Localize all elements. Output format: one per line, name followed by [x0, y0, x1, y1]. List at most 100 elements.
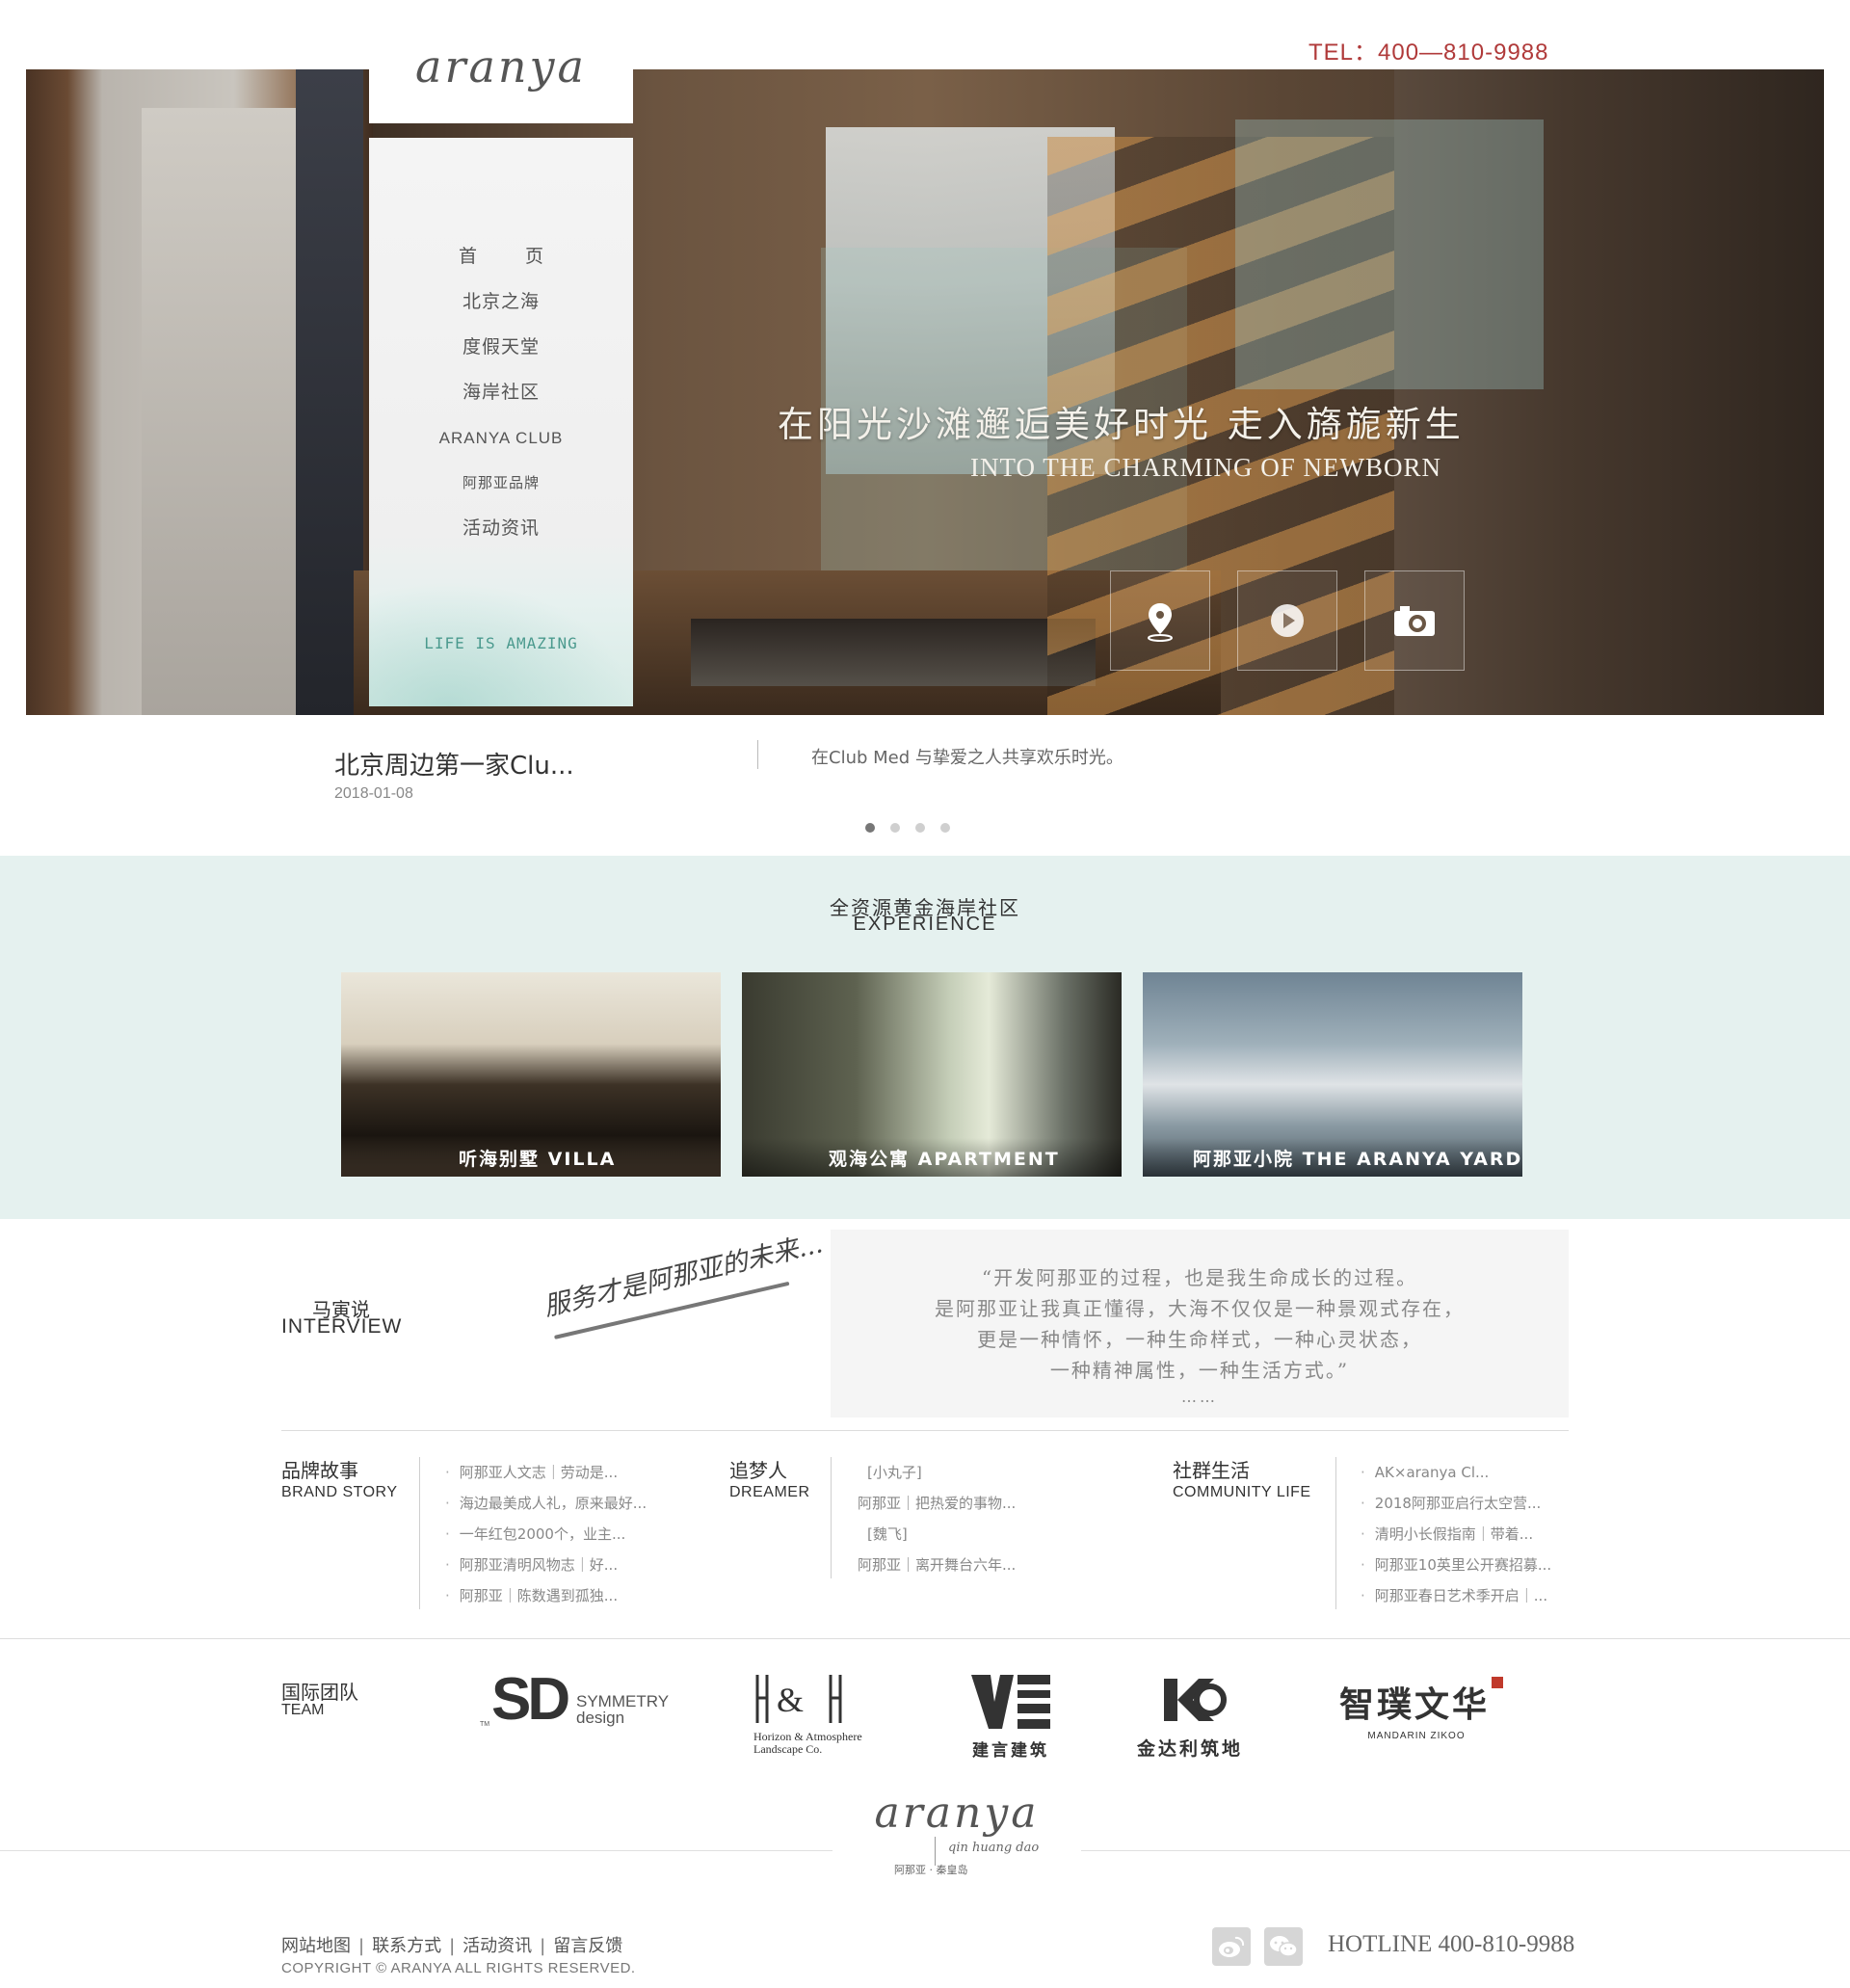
partner-sub: Landscape Co. — [753, 1742, 823, 1756]
news-item[interactable]: 阿那亚｜把热爱的事物... — [858, 1488, 1016, 1519]
interview-title-en: INTERVIEW — [281, 1315, 403, 1338]
nav-item-events[interactable]: 活动资讯 — [369, 506, 633, 551]
hero-banner[interactable]: 在阳光沙滩邂逅美好时光 走入旖旎新生 INTO THE CHARMING OF … — [26, 69, 1824, 715]
hero-slogan-cn: 在阳光沙滩邂逅美好时光 走入旖旎新生 — [778, 404, 1465, 445]
partner-name: 建言建筑 — [972, 1741, 1049, 1761]
partner-mark: SD — [491, 1666, 570, 1733]
slide-date: 2018-01-08 — [334, 785, 413, 802]
hero-slogan-en: INTO THE CHARMING OF NEWBORN — [970, 453, 1442, 482]
hero-gallery-button[interactable] — [1364, 570, 1465, 671]
card-caption: 观海公寓 APARTMENT — [742, 1138, 1122, 1177]
nav-item-resort[interactable]: 度假天堂 — [369, 325, 633, 370]
nav-item-beijing-sea[interactable]: 北京之海 — [369, 279, 633, 325]
brand-story-list: 阿那亚人文志｜劳动是... 海边最美成人礼，原来最好... 一年红包2000个，… — [445, 1457, 647, 1611]
jindali-mark-icon — [1164, 1679, 1227, 1721]
card-label: 听海别墅 VILLA — [459, 1149, 617, 1170]
slide-title[interactable]: 北京周边第一家Clu... — [334, 746, 574, 782]
quote-line: 是阿那亚让我真正懂得，大海不仅仅是一种景观式存在， — [935, 1297, 1465, 1320]
brand-story-title-cn: 品牌故事 — [281, 1459, 358, 1482]
footer-link-contact[interactable]: 联系方式 — [372, 1936, 441, 1956]
jianyan-mark-icon — [971, 1675, 1050, 1729]
column-divider — [1335, 1457, 1336, 1609]
nav-item-coast-community[interactable]: 海岸社区 — [369, 370, 633, 415]
news-item[interactable]: 2018阿那亚启行太空营... — [1361, 1488, 1551, 1519]
experience-title-en: EXPERIENCE — [853, 914, 997, 935]
wechat-button[interactable] — [1264, 1927, 1303, 1966]
partner-sub: design — [576, 1709, 625, 1727]
weibo-button[interactable] — [1212, 1927, 1251, 1966]
team-title-cn: 国际团队 — [281, 1681, 358, 1704]
experience-card-apartment[interactable]: 观海公寓 APARTMENT — [742, 972, 1122, 1177]
main-nav-panel: 首 页 北京之海 度假天堂 海岸社区 ARANYA CLUB 阿那亚品牌 活动资… — [369, 138, 633, 706]
partner-logo-jindali[interactable]: 金达利筑地 — [1137, 1675, 1243, 1761]
nav-item-brand[interactable]: 阿那亚品牌 — [369, 461, 633, 506]
slider-dot[interactable] — [940, 823, 950, 833]
team-title-en: TEAM — [281, 1702, 325, 1718]
slider-pagination — [865, 823, 950, 833]
news-item[interactable]: 阿那亚人文志｜劳动是... — [445, 1457, 647, 1488]
column-divider — [831, 1457, 832, 1578]
hero-door-panel — [142, 108, 296, 715]
quote-more[interactable]: …… — [831, 1386, 1569, 1409]
copyright: COPYRIGHT © ARANYA ALL RIGHTS RESERVED. — [281, 1960, 636, 1976]
red-seal-icon — [1492, 1677, 1503, 1688]
partner-mark: 智璞文华 — [1339, 1684, 1491, 1725]
partner-logo-jianyan[interactable]: 建言建筑 — [969, 1673, 1052, 1761]
footer-sep: | — [449, 1936, 456, 1956]
footer-logo[interactable]: aranya — [832, 1789, 1081, 1838]
news-item[interactable]: [魏飞] — [858, 1519, 1016, 1550]
card-caption: 阿那亚小院 THE ARANYA YARD — [1143, 1138, 1522, 1177]
header-tel: TEL：400—810-9988 — [1308, 40, 1549, 66]
nav-item-aranya-club[interactable]: ARANYA CLUB — [369, 415, 633, 461]
community-title-en: COMMUNITY LIFE — [1173, 1484, 1311, 1500]
dreamer-title-en: DREAMER — [729, 1484, 810, 1500]
nav-item-home[interactable]: 首 页 — [369, 234, 633, 279]
footer-sep: | — [358, 1936, 365, 1956]
card-label: 阿那亚小院 THE ARANYA YARD — [1193, 1149, 1522, 1170]
hero-play-button[interactable] — [1237, 570, 1337, 671]
footer-rule — [1081, 1850, 1850, 1851]
news-item[interactable]: AK×aranya Cl... — [1361, 1457, 1551, 1488]
news-item[interactable]: 阿那亚清明风物志｜好... — [445, 1550, 647, 1580]
footer-logo-sub-cn: 阿那亚 · 秦皇岛 — [894, 1864, 968, 1876]
slider-dot[interactable] — [915, 823, 925, 833]
location-pin-icon — [1148, 603, 1173, 642]
play-icon — [1271, 604, 1304, 637]
experience-card-villa[interactable]: 听海别墅 VILLA — [341, 972, 721, 1177]
slider-dot[interactable] — [865, 823, 875, 833]
slider-dot[interactable] — [890, 823, 900, 833]
footer-link-sitemap[interactable]: 网站地图 — [281, 1936, 351, 1956]
partner-logo-mandarin-zikoo[interactable]: 智璞文华 MANDARIN ZIKOO — [1339, 1677, 1503, 1741]
news-item[interactable]: 阿那亚春日艺术季开启｜... — [1361, 1580, 1551, 1611]
brand-story-title-en: BRAND STORY — [281, 1484, 398, 1500]
partner-name: MANDARIN ZIKOO — [1367, 1731, 1466, 1741]
footer-logo-sub: qin huang dao — [948, 1841, 1040, 1855]
dreamer-title-cn: 追梦人 — [729, 1459, 787, 1482]
footer-link-events[interactable]: 活动资讯 — [462, 1936, 532, 1956]
footer-link-feedback[interactable]: 留言反馈 — [553, 1936, 622, 1956]
slide-divider — [757, 740, 758, 769]
partner-name: 金达利筑地 — [1137, 1738, 1244, 1760]
svg-text:&: & — [777, 1681, 804, 1719]
quote-line: 更是一种情怀，一种生命样式，一种心灵状态， — [977, 1328, 1422, 1351]
interview-quote[interactable]: “开发阿那亚的过程，也是我生命成长的过程。 是阿那亚让我真正懂得，大海不仅仅是一… — [831, 1230, 1569, 1418]
news-item[interactable]: [小丸子] — [858, 1457, 1016, 1488]
experience-section: 全资源黄金海岸社区 EXPERIENCE 听海别墅 VILLA 观海公寓 APA… — [0, 856, 1850, 1219]
footer-hotline: HOTLINE 400-810-9988 — [1328, 1931, 1575, 1957]
news-item[interactable]: 阿那亚｜离开舞台六年... — [858, 1550, 1016, 1580]
slide-description: 在Club Med 与挚爱之人共享欢乐时光。 — [811, 748, 1123, 768]
news-item[interactable]: 海边最美成人礼，原来最好... — [445, 1488, 647, 1519]
partner-logo-horizon[interactable]: & Horizon & Atmosphere Landscape Co. — [753, 1673, 862, 1756]
main-nav: 首 页 北京之海 度假天堂 海岸社区 ARANYA CLUB 阿那亚品牌 活动资… — [369, 234, 633, 551]
news-item[interactable]: 阿那亚｜陈数遇到孤独... — [445, 1580, 647, 1611]
experience-card-yard[interactable]: 阿那亚小院 THE ARANYA YARD — [1143, 972, 1522, 1177]
news-item[interactable]: 一年红包2000个，业主... — [445, 1519, 647, 1550]
camera-icon — [1394, 606, 1435, 636]
card-label: 观海公寓 APARTMENT — [829, 1149, 1060, 1170]
hero-location-button[interactable] — [1110, 570, 1210, 671]
weibo-icon — [1219, 1936, 1245, 1957]
news-item[interactable]: 阿那亚10英里公开赛招募... — [1361, 1550, 1551, 1580]
news-item[interactable]: 清明小长假指南｜带着... — [1361, 1519, 1551, 1550]
logo-box[interactable]: aranya — [369, 0, 633, 123]
aranya-logo[interactable]: aranya — [369, 40, 633, 93]
